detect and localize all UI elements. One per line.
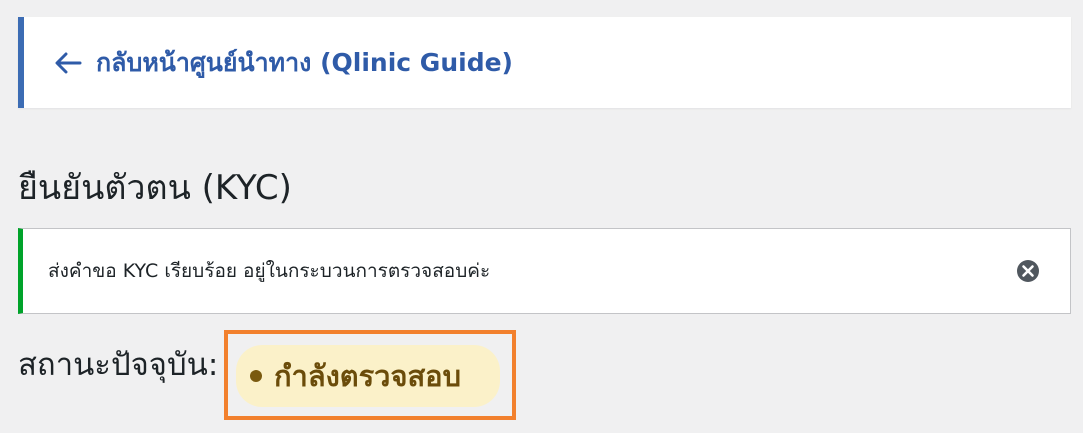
status-badge: กำลังตรวจสอบ xyxy=(236,345,500,407)
close-circle-icon[interactable] xyxy=(1016,259,1040,283)
notice-message: ส่งคำขอ KYC เรียบร้อย อยู่ในกระบวนการตรว… xyxy=(48,260,491,282)
back-to-guide-link[interactable]: กลับหน้าศูนย์นำทาง (Qlinic Guide) xyxy=(54,43,513,83)
status-dot-icon xyxy=(250,370,262,382)
status-label: สถานะปัจจุบัน: xyxy=(18,347,219,383)
success-notice: ส่งคำขอ KYC เรียบร้อย อยู่ในกระบวนการตรว… xyxy=(18,228,1071,314)
status-badge-text: กำลังตรวจสอบ xyxy=(274,359,461,393)
back-card: กลับหน้าศูนย์นำทาง (Qlinic Guide) xyxy=(18,17,1071,108)
back-link-label: กลับหน้าศูนย์นำทาง (Qlinic Guide) xyxy=(96,47,513,77)
status-row: สถานะปัจจุบัน: xyxy=(18,345,218,385)
arrow-left-icon xyxy=(55,52,82,73)
page-title: ยืนยันตัวตน (KYC) xyxy=(18,168,292,208)
